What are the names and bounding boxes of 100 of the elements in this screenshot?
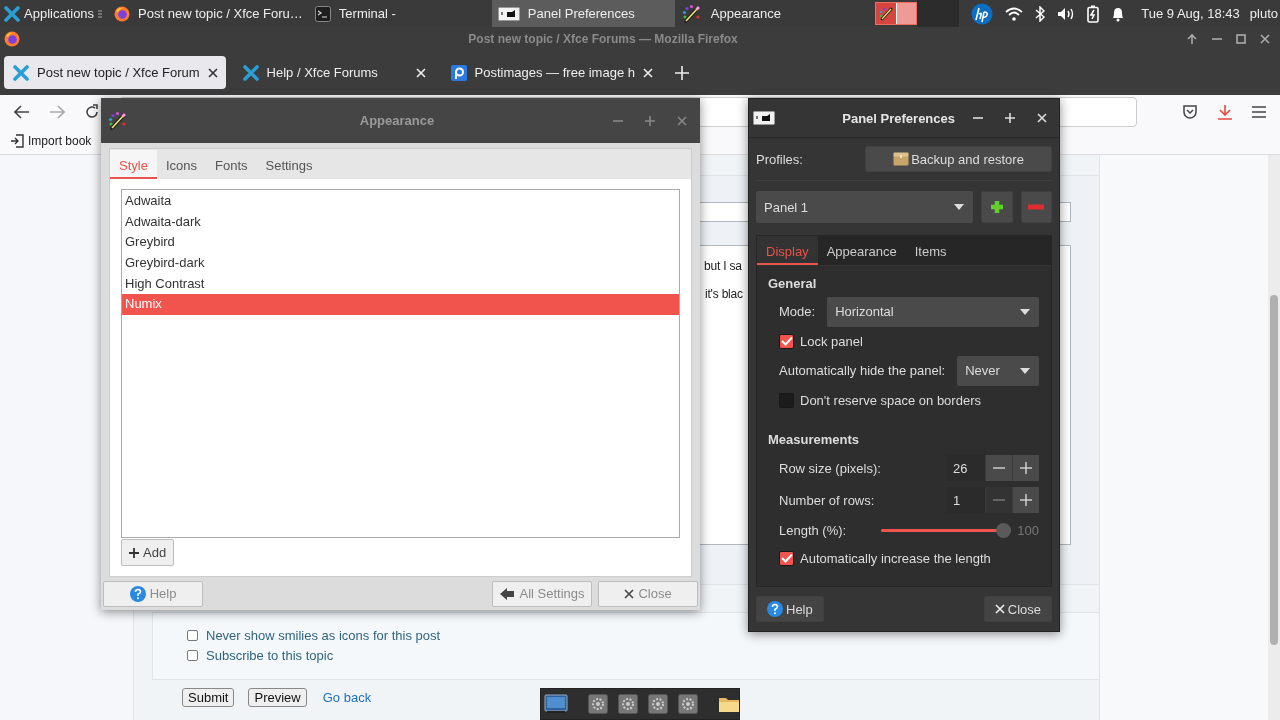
- field-label: Row size (pixels):: [779, 460, 882, 476]
- option-label[interactable]: Never show smilies as icons for this post: [206, 628, 441, 643]
- list-item[interactable]: High Contrast: [122, 273, 679, 295]
- plus-icon: [989, 200, 1004, 214]
- browser-tab[interactable]: Post new topic / Xfce Forum: [4, 56, 226, 89]
- window-title: Appearance: [359, 113, 435, 128]
- hp-logo-icon[interactable]: [971, 2, 994, 25]
- close-icon: [994, 604, 1005, 614]
- bluetooth-icon[interactable]: [1035, 5, 1046, 22]
- bookmark-item[interactable]: Import book: [10, 134, 92, 148]
- tab-close-icon[interactable]: [207, 67, 218, 78]
- terminal-icon: [314, 5, 331, 22]
- clock[interactable]: Tue 9 Aug, 18:43: [1141, 6, 1240, 21]
- field-label: Profiles:: [756, 151, 803, 167]
- gear-icon[interactable]: [588, 694, 608, 714]
- browser-tab[interactable]: Help / Xfce Forums: [233, 56, 434, 89]
- tab[interactable]: Items: [905, 236, 956, 265]
- submit-button[interactable]: Submit: [182, 688, 235, 707]
- remove-panel-button[interactable]: [1020, 191, 1052, 223]
- section-heading: General: [768, 276, 818, 293]
- maximize-icon[interactable]: [1236, 33, 1246, 44]
- workspace-thumbnail[interactable]: [896, 3, 917, 24]
- tab[interactable]: Fonts: [206, 150, 257, 179]
- tab[interactable]: Icons: [156, 150, 206, 179]
- caret-icon: [1020, 308, 1030, 315]
- panel-icon: [753, 111, 775, 125]
- taskbar-button[interactable]: Appearance: [674, 0, 858, 27]
- add-button[interactable]: Add: [121, 539, 175, 566]
- field-label: Mode:: [779, 304, 816, 319]
- checkbox[interactable]: [187, 630, 198, 641]
- backup-button[interactable]: Backup and restore: [865, 146, 1052, 172]
- list-item[interactable]: Adwaita-dark: [122, 211, 679, 233]
- gear-icon[interactable]: [648, 694, 668, 714]
- slider-handle[interactable]: [996, 522, 1012, 538]
- section-heading: Measurements: [768, 432, 861, 449]
- slider[interactable]: [881, 522, 1012, 538]
- bell-icon[interactable]: [1111, 5, 1126, 22]
- browser-logo-icon: [114, 5, 131, 22]
- download-icon[interactable]: [1217, 103, 1233, 120]
- back-icon[interactable]: [14, 104, 30, 119]
- browser-tab[interactable]: Postimages — free image h: [441, 56, 661, 89]
- dropdown[interactable]: Horizontal: [827, 296, 1039, 327]
- wifi-icon[interactable]: [1005, 6, 1024, 21]
- folder-icon[interactable]: [718, 695, 740, 713]
- tab[interactable]: Appearance: [817, 236, 906, 265]
- pencil-palette-icon: [107, 109, 129, 132]
- increment-button[interactable]: [1012, 455, 1039, 481]
- decrement-button[interactable]: [985, 455, 1012, 481]
- list-item[interactable]: Greybird: [122, 232, 679, 254]
- new-tab-icon[interactable]: [675, 65, 689, 80]
- help-button[interactable]: Help: [756, 596, 824, 622]
- window-title: Post new topic / Xfce Forums — Mozilla Firefox: [467, 31, 739, 46]
- separator-handle-icon: [98, 8, 103, 19]
- pencil-palette-icon: [878, 5, 895, 22]
- checkbox-label[interactable]: Don't reserve space on borders: [800, 392, 981, 408]
- close-button[interactable]: Close: [983, 596, 1052, 622]
- applications-menu[interactable]: Applications: [0, 0, 109, 27]
- import-icon: [10, 134, 24, 148]
- gear-icon[interactable]: [618, 694, 638, 714]
- battery-charging-icon[interactable]: [1087, 4, 1100, 23]
- panel-dropdown[interactable]: Panel 1: [756, 191, 973, 223]
- close-icon[interactable]: [1260, 33, 1270, 44]
- workspace-switcher[interactable]: [875, 2, 918, 25]
- add-panel-button[interactable]: [981, 191, 1013, 223]
- desktop-icon[interactable]: [544, 694, 568, 714]
- pocket-icon[interactable]: [1182, 103, 1198, 120]
- preview-button[interactable]: Preview: [248, 688, 307, 707]
- workspace-thumbnail[interactable]: [876, 3, 897, 24]
- browser-logo-icon: [4, 30, 20, 47]
- checkbox[interactable]: [779, 550, 794, 566]
- menu-icon[interactable]: [1252, 105, 1266, 118]
- checkbox[interactable]: [187, 650, 198, 661]
- scrollbar[interactable]: [1268, 155, 1280, 720]
- taskbar-button[interactable]: Terminal -: [308, 0, 492, 27]
- cross-logo-icon: [13, 64, 29, 81]
- back-link[interactable]: Go back: [322, 690, 372, 705]
- dropdown[interactable]: Never: [957, 355, 1039, 386]
- tab[interactable]: Display: [757, 236, 818, 265]
- field-label: Automatically hide the panel:: [779, 363, 946, 378]
- gear-icon[interactable]: [678, 694, 698, 714]
- cross-logo-icon: [4, 5, 20, 22]
- checkbox-label[interactable]: Lock panel: [800, 333, 863, 349]
- reload-icon[interactable]: [84, 103, 100, 120]
- keep-above-icon[interactable]: [1186, 32, 1198, 45]
- caret-icon: [1020, 367, 1030, 374]
- taskbar-button[interactable]: Panel Preferences: [491, 0, 675, 27]
- user-name[interactable]: pluto: [1249, 6, 1278, 21]
- minus-icon: [1028, 204, 1045, 210]
- checkbox-label[interactable]: Automatically increase the length: [800, 550, 991, 566]
- plus-icon: [129, 547, 139, 558]
- taskbar-button[interactable]: Post new topic / Xfce Foru…: [108, 0, 309, 27]
- increment-button[interactable]: [1012, 487, 1039, 513]
- checkbox[interactable]: [779, 333, 794, 349]
- scrollbar-thumb[interactable]: [1270, 295, 1278, 645]
- list-item[interactable]: Adwaita: [122, 191, 679, 212]
- workspace-thumbnail[interactable]: [917, 0, 960, 27]
- tab[interactable]: Settings: [256, 150, 322, 179]
- list-item[interactable]: Greybird-dark: [122, 253, 679, 274]
- option-label[interactable]: Subscribe to this topic: [206, 648, 334, 663]
- volume-icon[interactable]: [1057, 6, 1076, 21]
